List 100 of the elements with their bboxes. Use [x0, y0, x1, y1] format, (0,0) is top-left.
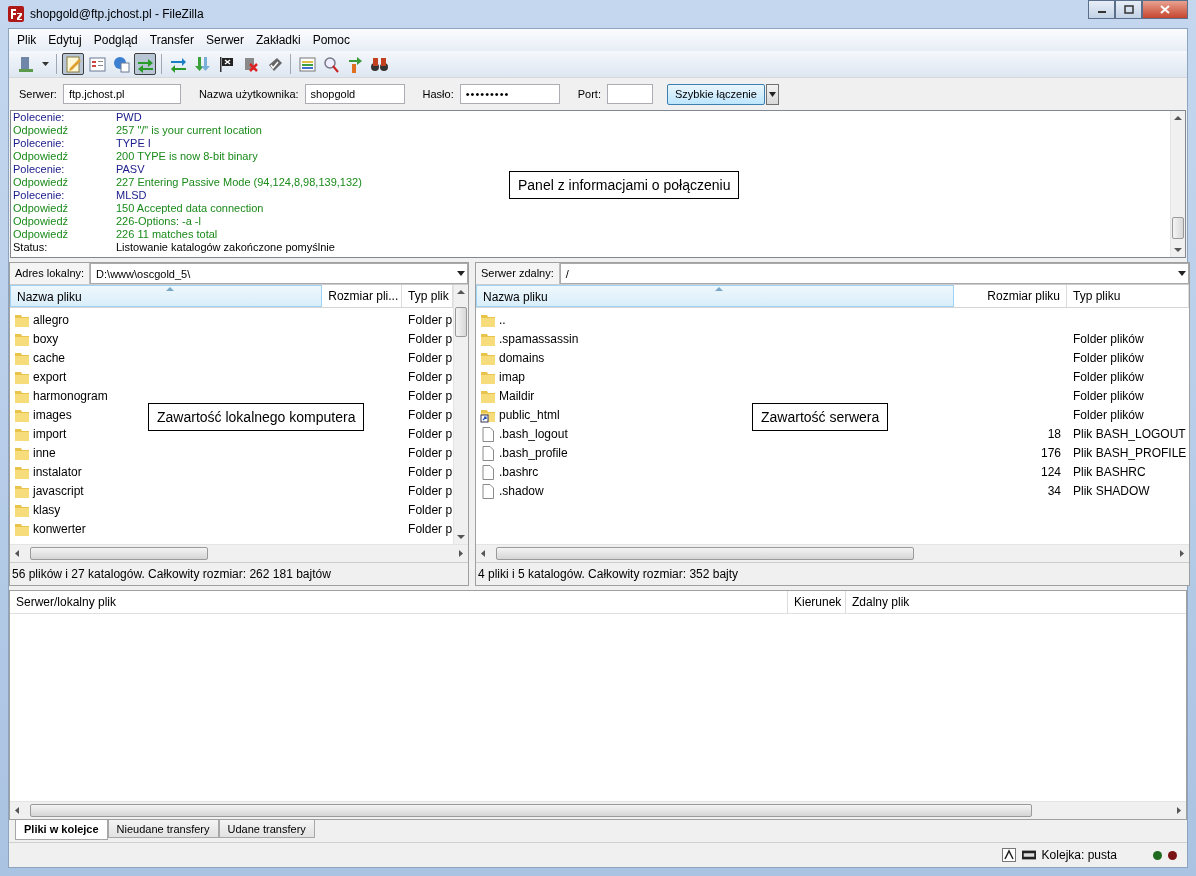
path-field[interactable]: / — [559, 263, 1189, 284]
file-name[interactable]: javascript — [33, 483, 84, 498]
log-message: PWD — [116, 111, 142, 124]
file-name[interactable]: .bash_logout — [499, 426, 568, 441]
file-type: Folder plików — [1072, 407, 1145, 422]
vertical-scrollbar[interactable] — [453, 285, 468, 544]
close-button[interactable] — [1142, 0, 1188, 19]
log-message: 226-Options: -a -l — [116, 215, 201, 228]
menu-item[interactable]: Pomoc — [306, 33, 357, 47]
file-type: Folder plików — [1072, 388, 1145, 403]
log-label: Odpowiedź — [13, 215, 70, 228]
file-type: Folder p — [407, 521, 453, 536]
log-label: Polecenie: — [13, 163, 66, 176]
tab[interactable]: Pliki w kolejce — [15, 820, 108, 840]
window-title: shopgold@ftp.jchost.pl - FileZilla — [30, 7, 204, 21]
file-name[interactable]: cache — [33, 350, 66, 365]
column-header[interactable]: Zdalny plik — [846, 591, 1186, 613]
tab[interactable]: Udane transfery — [218, 820, 315, 838]
horizontal-scrollbar[interactable] — [10, 544, 468, 562]
maximize-button[interactable] — [1115, 0, 1142, 19]
scroll-thumb[interactable] — [30, 804, 1032, 817]
quickconnect-button[interactable]: Szybkie łączenie — [667, 83, 765, 105]
column-header[interactable]: Nazwa pliku — [10, 285, 323, 307]
menu-item[interactable]: Zakładki — [250, 33, 307, 47]
file-name[interactable]: public_html — [499, 407, 560, 422]
maximize-icon — [1123, 5, 1134, 14]
toolbar-button[interactable] — [134, 53, 156, 75]
file-name[interactable]: boxy — [33, 331, 59, 346]
menu-item[interactable]: Edytuj — [42, 33, 88, 47]
file-type: Folder p — [407, 388, 453, 403]
file-name[interactable]: konwerter — [33, 521, 86, 536]
file-name[interactable]: .bash_profile — [499, 445, 568, 460]
file-name[interactable]: allegro — [33, 312, 70, 327]
scroll-thumb[interactable] — [455, 307, 467, 337]
file-name[interactable]: .spamassassin — [499, 331, 579, 346]
address-label: Serwer zdalny: — [476, 263, 560, 284]
horizontal-scrollbar[interactable] — [476, 544, 1189, 562]
log-message: 227 Entering Passive Mode (94,124,8,98,139,132) — [116, 176, 362, 189]
dropdown-button[interactable] — [765, 83, 779, 105]
column-header[interactable]: Typ pliku — [1067, 285, 1189, 307]
column-header[interactable]: Nazwa pliku — [476, 285, 954, 307]
log-message: PASV — [116, 163, 145, 176]
log-label: Odpowiedź — [13, 202, 70, 215]
server-icon — [17, 55, 35, 73]
minimize-button[interactable] — [1088, 0, 1115, 19]
menu-item[interactable]: Plik — [11, 33, 43, 47]
file-type: Plik SHADOW — [1072, 483, 1151, 498]
refresh-arrows-icon — [169, 55, 187, 73]
file-name[interactable]: .shadow — [499, 483, 544, 498]
file-name[interactable]: export — [33, 369, 67, 384]
column-header[interactable]: Rozmiar pliku — [954, 285, 1067, 307]
sync-arrows-icon — [346, 55, 364, 73]
address-label: Adres lokalny: — [10, 263, 91, 284]
field-label: Serwer: — [19, 88, 57, 100]
filter-list-icon — [298, 55, 316, 73]
file-type: Folder p — [407, 483, 453, 498]
caret-icon — [41, 62, 49, 66]
field-label: Hasło: — [422, 88, 454, 100]
input-field[interactable]: ftp.jchost.pl — [62, 84, 181, 104]
file-name[interactable]: .. — [499, 312, 506, 327]
file-name[interactable]: harmonogram — [33, 388, 108, 403]
input-field[interactable]: ••••••••• — [459, 84, 560, 104]
column-header[interactable]: Rozmiar pli... — [322, 285, 403, 307]
vertical-scrollbar[interactable] — [1170, 111, 1185, 257]
status-text: 56 plików i 27 katalogów. Całkowity rozmiar: 262 181 bajtów — [10, 562, 468, 585]
file-name[interactable]: .bashrc — [499, 464, 539, 479]
file-name[interactable]: imap — [499, 369, 525, 384]
horizontal-scrollbar[interactable] — [10, 801, 1186, 819]
menu-item[interactable]: Transfer — [143, 33, 200, 47]
toolbar-button[interactable] — [62, 53, 84, 75]
file-name[interactable]: domains — [499, 350, 545, 365]
callout-label: Zawartość lokalnego komputera — [148, 403, 365, 431]
callout-label: Panel z informacjami o połączeniu — [509, 171, 740, 199]
scroll-thumb[interactable] — [1172, 217, 1184, 239]
caret-icon — [455, 270, 467, 277]
log-message: 150 Accepted data connection — [116, 202, 264, 215]
tab[interactable]: Nieudane transfery — [107, 820, 219, 838]
column-header[interactable]: Kierunek — [788, 591, 846, 613]
caret-icon — [1176, 270, 1188, 277]
magnifier-icon — [322, 55, 340, 73]
file-name[interactable]: inne — [33, 445, 56, 460]
menu-item[interactable]: Serwer — [200, 33, 250, 47]
log-message: MLSD — [116, 189, 147, 202]
input-field[interactable]: shopgold — [304, 84, 405, 104]
file-name[interactable]: Maildir — [499, 388, 535, 403]
caret-icon — [768, 91, 776, 97]
file-name[interactable]: images — [33, 407, 72, 422]
log-label: Odpowiedź — [13, 176, 70, 189]
file-name[interactable]: instalator — [33, 464, 82, 479]
file-type: Folder p — [407, 445, 453, 460]
file-name[interactable]: import — [33, 426, 67, 441]
input-field[interactable] — [607, 84, 653, 104]
file-name[interactable]: klasy — [33, 502, 61, 517]
file-type: Folder plików — [1072, 369, 1145, 384]
scroll-thumb[interactable] — [30, 547, 208, 560]
file-type: Plik BASHRC — [1072, 464, 1147, 479]
path-field[interactable]: D:\www\oscgold_5\ — [90, 263, 468, 284]
menu-item[interactable]: Podgląd — [87, 33, 144, 47]
scroll-thumb[interactable] — [496, 547, 914, 560]
column-header[interactable]: Serwer/lokalny plik — [10, 591, 788, 613]
